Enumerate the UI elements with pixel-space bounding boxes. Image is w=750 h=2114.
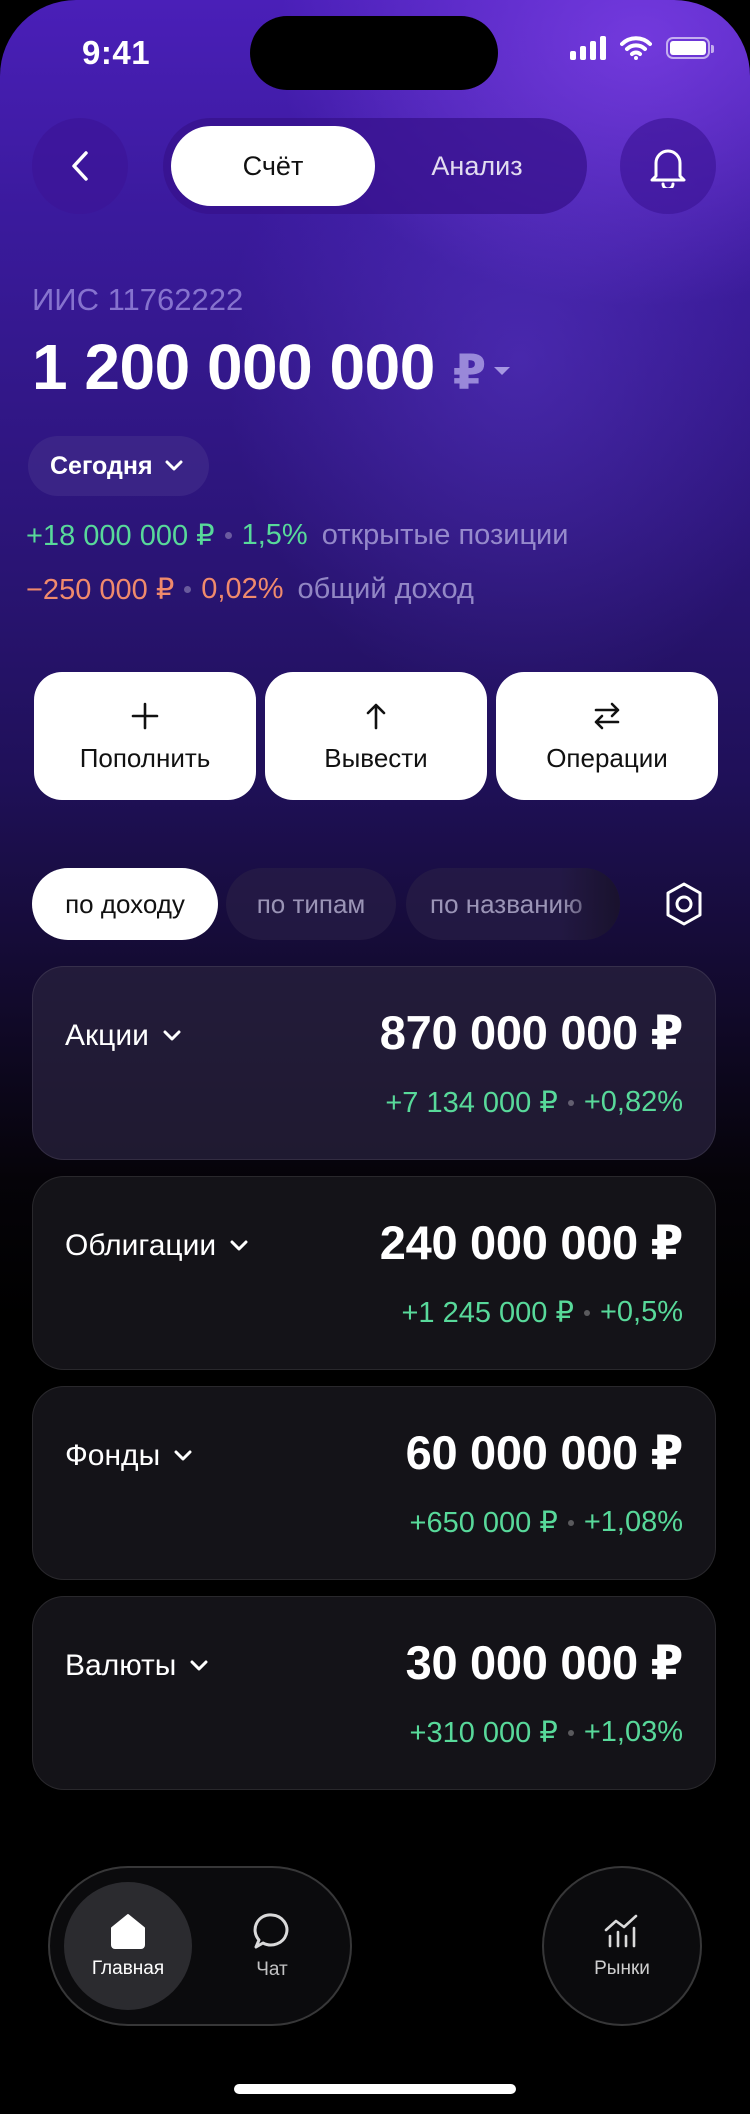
asset-change-amount: +7 134 000 ₽ [385, 1087, 558, 1119]
chevron-down-icon [174, 1450, 192, 1461]
back-button[interactable] [32, 118, 128, 214]
operations-button[interactable]: Операции [496, 672, 718, 800]
asset-name: Акции [65, 1019, 181, 1053]
asset-change-amount: +1 245 000 ₽ [401, 1297, 574, 1329]
open-positions-stat: +18 000 000 ₽ 1,5% открытые позиции [26, 518, 568, 553]
balance-value: 1 200 000 000 [32, 331, 435, 403]
notifications-button[interactable] [620, 118, 716, 214]
chat-bubble-icon [253, 1913, 289, 1949]
withdraw-button[interactable]: Вывести [265, 672, 487, 800]
sort-by-income-chip[interactable]: по доходу [32, 868, 218, 940]
battery-icon [666, 37, 714, 59]
asset-value: 30 000 000 ₽ [405, 1636, 684, 1689]
tab-chat-label: Чат [256, 1959, 288, 1980]
caret-down-icon [494, 367, 511, 375]
home-icon [111, 1914, 145, 1949]
settings-hexagon-icon [666, 882, 702, 926]
tab-bar: Главная Чат [48, 1866, 352, 2026]
asset-name: Облигации [65, 1229, 248, 1263]
asset-name-label: Фонды [65, 1439, 161, 1472]
deposit-label: Пополнить [79, 742, 211, 773]
plus-icon [131, 702, 159, 729]
tab-markets[interactable]: Рынки [542, 1866, 702, 2026]
home-indicator [234, 2084, 516, 2094]
tab-home[interactable]: Главная [64, 1882, 192, 2010]
asset-value: 240 000 000 ₽ [379, 1216, 684, 1269]
tab-account[interactable]: Счёт [171, 126, 375, 206]
dynamic-island [250, 16, 498, 90]
asset-card-stocks[interactable]: Акции 870 000 000 ₽ +7 134 000 ₽ +0,82% [32, 966, 716, 1160]
open-positions-percent: 1,5% [241, 519, 308, 551]
bell-icon [650, 149, 686, 188]
asset-value: 60 000 000 ₽ [405, 1426, 684, 1479]
open-positions-amount: +18 000 000 ₽ [26, 520, 215, 552]
asset-name: Валюты [65, 1649, 208, 1683]
swap-arrows-icon [594, 702, 620, 729]
tab-home-label: Главная [91, 1958, 165, 1979]
asset-card-currencies[interactable]: Валюты 30 000 000 ₽ +310 000 ₽ +1,03% [32, 1596, 716, 1790]
separator-dot [224, 532, 232, 539]
asset-card-bonds[interactable]: Облигации 240 000 000 ₽ +1 245 000 ₽ +0,… [32, 1176, 716, 1370]
period-selector[interactable]: Сегодня [28, 436, 209, 496]
asset-change-percent: +1,08% [583, 1506, 683, 1538]
open-positions-label: открытые позиции [321, 519, 569, 551]
asset-name-label: Валюты [65, 1649, 177, 1682]
chip-fade [560, 868, 620, 940]
operations-label: Операции [546, 742, 668, 773]
tab-chat[interactable]: Чат [208, 1882, 336, 2010]
separator-dot [567, 1099, 574, 1106]
chevron-down-icon [165, 460, 183, 471]
asset-change: +7 134 000 ₽ +0,82% [385, 1085, 683, 1120]
asset-change-amount: +650 000 ₽ [409, 1507, 558, 1539]
account-balance[interactable]: 1 200 000 000 ₽ [32, 330, 511, 404]
deposit-button[interactable]: Пополнить [34, 672, 256, 800]
chevron-left-icon [72, 151, 88, 181]
chevron-down-icon [163, 1030, 181, 1041]
status-time: 9:41 [82, 34, 151, 71]
asset-name: Фонды [65, 1439, 192, 1473]
asset-change-percent: +1,03% [583, 1716, 683, 1748]
asset-card-funds[interactable]: Фонды 60 000 000 ₽ +650 000 ₽ +1,08% [32, 1386, 716, 1580]
view-switcher: Счёт Анализ [163, 118, 587, 214]
total-income-stat: −250 000 ₽ 0,02% общий доход [26, 572, 474, 607]
status-icons [570, 36, 714, 60]
total-income-label: общий доход [297, 573, 474, 605]
settings-button[interactable] [656, 872, 712, 936]
total-income-amount: −250 000 ₽ [26, 574, 175, 606]
period-label: Сегодня [50, 451, 153, 480]
asset-name-label: Облигации [65, 1229, 217, 1262]
arrow-up-icon [366, 703, 386, 729]
separator-dot [567, 1729, 574, 1736]
separator-dot [567, 1519, 574, 1526]
markets-chart-icon [604, 1914, 638, 1948]
tab-markets-label: Рынки [594, 1958, 650, 1979]
asset-change: +1 245 000 ₽ +0,5% [401, 1295, 683, 1330]
wifi-icon [620, 36, 652, 60]
asset-name-label: Акции [65, 1019, 149, 1052]
chevron-down-icon [230, 1240, 248, 1251]
asset-change-percent: +0,5% [599, 1296, 683, 1328]
asset-change: +310 000 ₽ +1,03% [410, 1715, 683, 1750]
account-label: ИИС 11762222 [32, 282, 244, 317]
phone-screen: 9:41 Счёт Анализ ИИС 11762222 1 200 000 … [0, 0, 750, 2114]
withdraw-label: Вывести [324, 742, 428, 773]
asset-change-amount: +310 000 ₽ [409, 1717, 558, 1749]
separator-dot [583, 1309, 590, 1316]
separator-dot [184, 586, 192, 593]
cellular-signal-icon [570, 36, 606, 60]
balance-currency: ₽ [452, 347, 487, 400]
asset-change: +650 000 ₽ +1,08% [410, 1505, 683, 1540]
sort-by-name-chip[interactable]: по названию [406, 868, 620, 940]
asset-value: 870 000 000 ₽ [379, 1006, 684, 1059]
total-income-percent: 0,02% [201, 573, 284, 605]
sort-by-type-chip[interactable]: по типам [226, 868, 396, 940]
asset-change-percent: +0,82% [583, 1086, 683, 1118]
chevron-down-icon [190, 1660, 208, 1671]
tab-analysis[interactable]: Анализ [375, 126, 579, 206]
